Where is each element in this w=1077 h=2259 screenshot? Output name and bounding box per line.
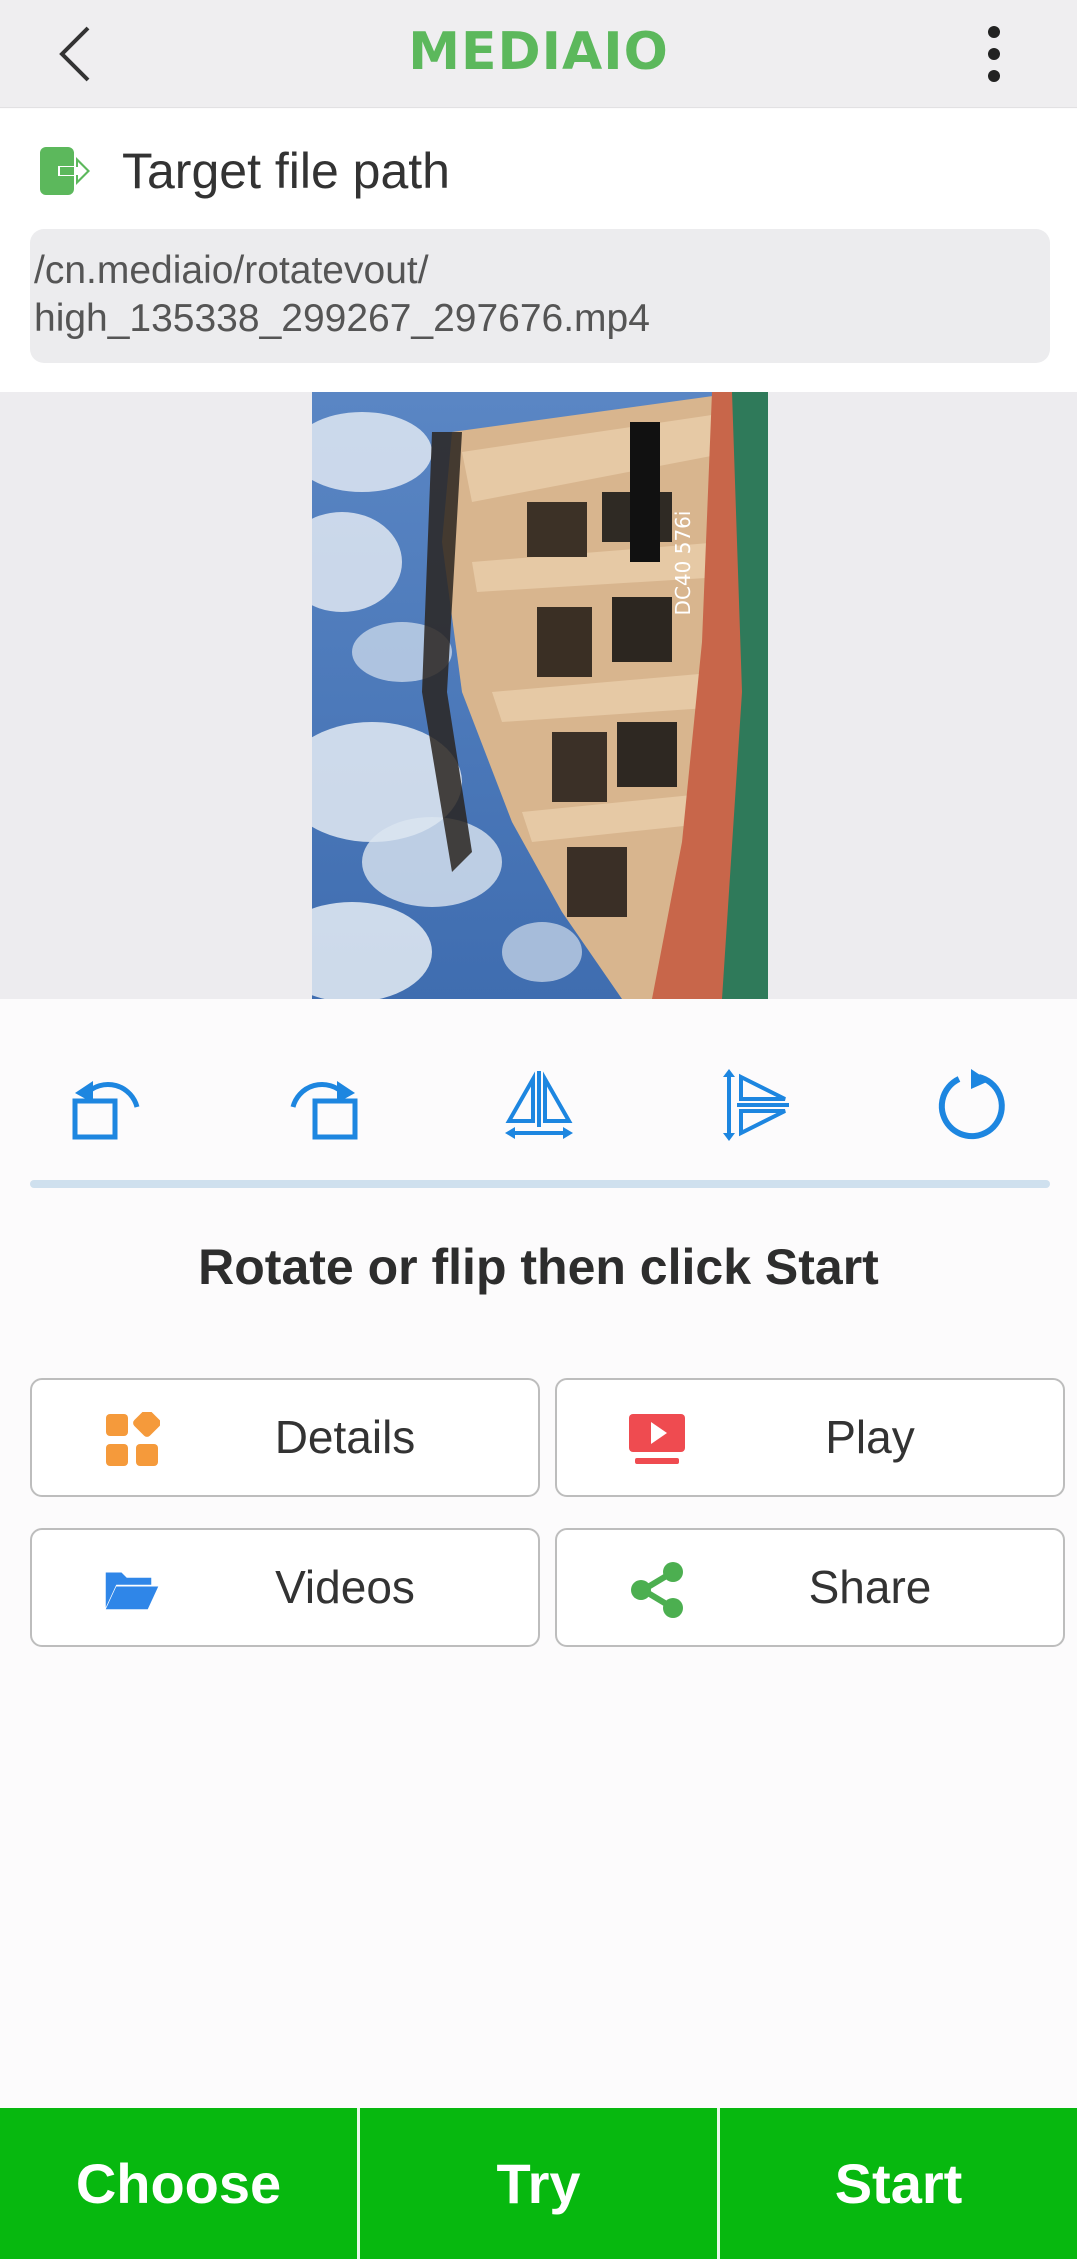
- transform-toolbar: [0, 1000, 1077, 1190]
- flip-vertical-button[interactable]: [710, 1060, 800, 1150]
- start-button[interactable]: Start: [717, 2108, 1077, 2259]
- rotate-right-icon: [290, 1081, 358, 1140]
- target-path-line-2: high_135338_299267_297676.mp4: [34, 297, 650, 340]
- choose-button[interactable]: Choose: [0, 2108, 357, 2259]
- rotate-left-button[interactable]: [62, 1060, 152, 1150]
- details-label: Details: [274, 1411, 416, 1463]
- videos-button[interactable]: Videos: [30, 1528, 540, 1647]
- rotate-right-button[interactable]: [278, 1060, 368, 1150]
- video-overlay-text: DC40 576i: [671, 510, 695, 616]
- target-path-field: /cn.mediaio/rotatevout/ high_135338_2992…: [30, 229, 1050, 363]
- flip-horizontal-icon: [505, 1071, 573, 1139]
- play-label: Play: [825, 1411, 915, 1463]
- reset-rotation-icon: [938, 1069, 1005, 1140]
- toolbar-divider: [30, 1180, 1050, 1188]
- video-thumbnail: [312, 392, 768, 999]
- share-icon: [631, 1562, 683, 1618]
- share-button[interactable]: Share: [555, 1528, 1065, 1647]
- details-button[interactable]: Details: [30, 1378, 540, 1497]
- more-options-button[interactable]: [958, 18, 1030, 90]
- app-logo: MEDIAIO: [408, 22, 669, 82]
- flip-vertical-icon: [723, 1069, 789, 1141]
- target-path-header: Target file path: [38, 141, 450, 201]
- video-preview[interactable]: DC40 576i: [312, 392, 768, 999]
- more-vertical-icon: [988, 26, 1000, 82]
- rotate-left-icon: [72, 1081, 140, 1140]
- play-screen-icon: [629, 1414, 685, 1464]
- video-preview-area: DC40 576i: [0, 392, 1077, 999]
- reset-rotation-button[interactable]: [926, 1060, 1016, 1150]
- target-path-line-1: /cn.mediaio/rotatevout/: [34, 249, 429, 292]
- instruction-text: Rotate or flip then click Start: [198, 1239, 879, 1295]
- videos-label: Videos: [275, 1561, 415, 1613]
- grid-icon: [106, 1412, 160, 1466]
- flip-horizontal-button[interactable]: [494, 1060, 584, 1150]
- file-export-icon: [40, 147, 90, 195]
- play-button[interactable]: Play: [555, 1378, 1065, 1497]
- try-button[interactable]: Try: [357, 2108, 717, 2259]
- app-header: MEDIAIO: [0, 0, 1077, 108]
- share-label: Share: [808, 1561, 932, 1613]
- folder-open-icon: [105, 1572, 159, 1610]
- target-path-label: Target file path: [122, 143, 450, 199]
- target-path-section: Target file path /cn.mediaio/rotatevout/…: [0, 109, 1077, 392]
- bottom-action-bar: Choose Try Start: [0, 2108, 1077, 2259]
